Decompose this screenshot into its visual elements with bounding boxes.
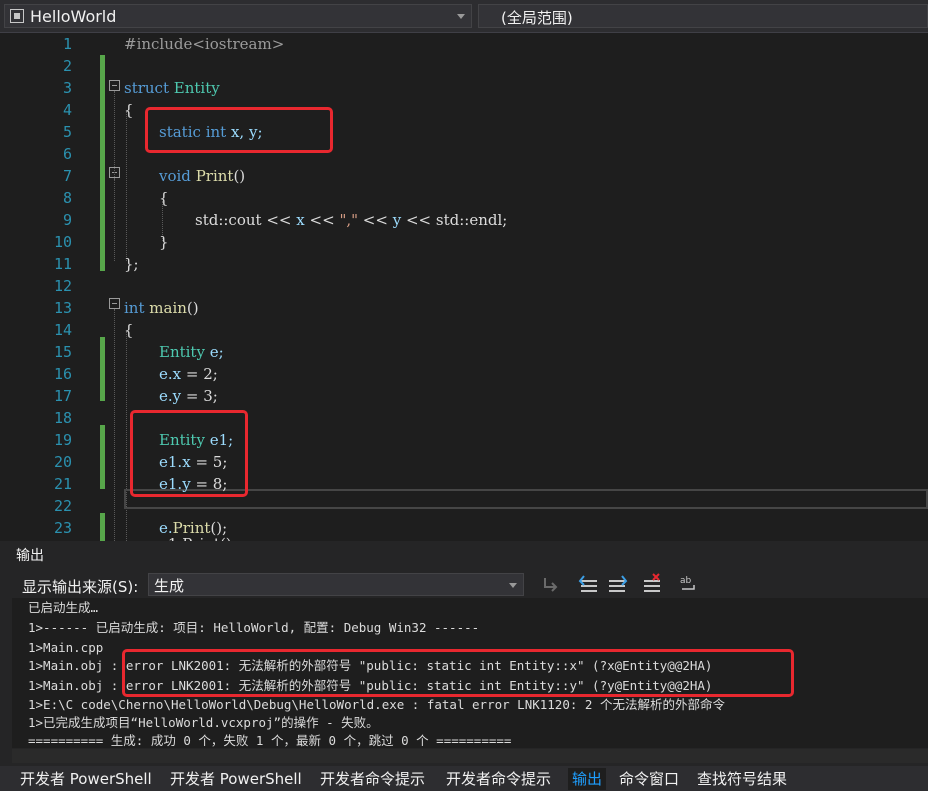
code-line: 13 int main(): [53, 299, 199, 317]
code-line: 1 #include<iostream>: [62, 35, 285, 53]
project-scope-label: HelloWorld: [30, 7, 117, 26]
output-source-label: 显示输出来源(S):: [22, 578, 139, 596]
output-line: 1>已完成生成项目“HelloWorld.vcxproj”的操作 - 失败。: [28, 715, 379, 730]
output-text-area[interactable]: 已启动生成… 1>------ 已启动生成: 项目: HelloWorld, 配…: [12, 598, 928, 748]
code-line: 12: [53, 277, 72, 295]
code-line: e1.Print(): [0, 533, 928, 541]
tool-window-tabs: 开发者 PowerShell 开发者 PowerShell 开发者命令提示 开发…: [0, 766, 928, 791]
code-line: 16 e.x = 2;: [53, 365, 218, 383]
output-panel: 输出 显示输出来源(S): 生成 ab 已启动生成… 1>------ 已启动生…: [0, 541, 928, 766]
tab-find-symbol-results[interactable]: 查找符号结果: [697, 768, 787, 790]
code-line: 22: [53, 497, 72, 515]
highlight-box: [122, 649, 794, 697]
code-line: 2: [62, 57, 72, 75]
code-line: 6: [62, 145, 72, 163]
code-line: 3 struct Entity: [62, 79, 220, 97]
output-source-dropdown[interactable]: 生成: [148, 573, 524, 596]
code-line: 14 {: [53, 321, 134, 339]
global-scope-label: (全局范围): [501, 9, 573, 27]
horizontal-scrollbar[interactable]: [12, 749, 928, 763]
output-line: 已启动生成…: [28, 600, 99, 615]
clear-all-icon[interactable]: [641, 573, 663, 595]
svg-text:ab: ab: [680, 576, 692, 586]
previous-message-icon[interactable]: [578, 573, 600, 595]
tab-output[interactable]: 输出: [568, 768, 607, 790]
word-wrap-icon[interactable]: ab: [678, 573, 700, 595]
tab-developer-powershell-2[interactable]: 开发者 PowerShell: [170, 768, 302, 790]
next-message-icon[interactable]: [606, 573, 628, 595]
chevron-down-icon: [509, 583, 517, 588]
code-line: 5 static int x, y;: [62, 123, 263, 141]
output-line: 1>------ 已启动生成: 项目: HelloWorld, 配置: Debu…: [28, 620, 480, 635]
tab-developer-command-prompt-2[interactable]: 开发者命令提示: [446, 768, 551, 790]
output-line: 1>E:\C code\Cherno\HelloWorld\Debug\Hell…: [28, 697, 725, 712]
highlight-box: [145, 107, 333, 153]
highlight-box: [130, 410, 248, 497]
code-line: 8 {: [62, 189, 169, 207]
global-scope-dropdown[interactable]: (全局范围): [478, 4, 928, 28]
tab-developer-command-prompt[interactable]: 开发者命令提示: [320, 768, 425, 790]
find-previous-message-icon[interactable]: [540, 573, 562, 595]
code-line: 10 }: [53, 233, 169, 251]
output-line: ========== 生成: 成功 0 个，失败 1 个，最新 0 个，跳过 0…: [28, 733, 512, 748]
code-line: 9 std::cout << x << "," << y << std::end…: [62, 211, 508, 229]
code-line: 17 e.y = 3;: [53, 387, 218, 405]
tab-developer-powershell[interactable]: 开发者 PowerShell: [20, 768, 152, 790]
navigation-bar: HelloWorld (全局范围): [0, 0, 928, 33]
project-icon: [10, 9, 24, 23]
code-line: 7 void Print(): [62, 167, 246, 185]
code-line: 4 {: [62, 101, 134, 119]
code-editor[interactable]: 1 #include<iostream> 2 3 struct Entity 4…: [0, 33, 928, 541]
chevron-down-icon: [457, 14, 465, 19]
code-line: 15 Entity e;: [53, 343, 224, 361]
panel-title: 输出: [16, 548, 44, 564]
output-line: 1>Main.cpp: [28, 640, 104, 655]
project-scope-dropdown[interactable]: HelloWorld: [4, 4, 472, 28]
code-line: 11 };: [53, 255, 139, 273]
tab-command-window[interactable]: 命令窗口: [619, 768, 679, 790]
